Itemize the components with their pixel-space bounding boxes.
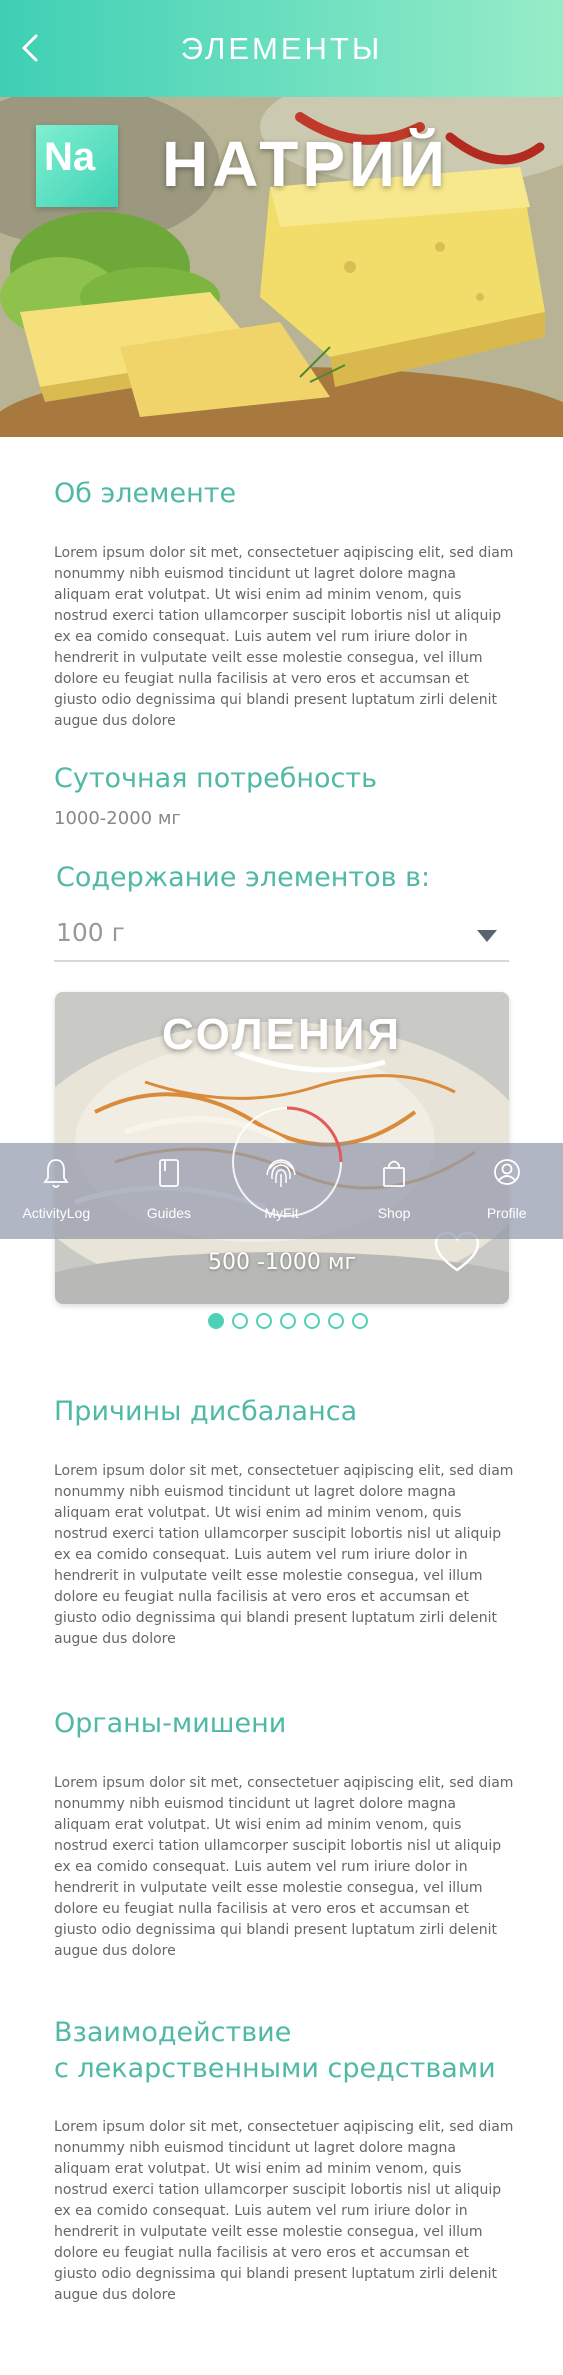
interaction-text: Lorem ipsum dolor sit met, consectetuer … (54, 2119, 514, 2303)
carousel-dot[interactable] (352, 1313, 368, 1329)
carousel-dot[interactable] (208, 1313, 224, 1329)
element-symbol-badge: Na (36, 125, 118, 207)
bell-icon (43, 1159, 70, 1188)
book-icon (158, 1159, 179, 1187)
tab-myfit-label: MyFit (264, 1205, 299, 1221)
tab-profile[interactable]: Profile (450, 1143, 563, 1239)
carousel-dot[interactable] (328, 1313, 344, 1329)
organs-text: Lorem ipsum dolor sit met, consectetuer … (54, 1775, 514, 1959)
portion-dropdown[interactable]: 100 г (54, 912, 509, 962)
tab-shop-label: Shop (377, 1205, 411, 1221)
app-header: ЭЛЕМЕНТЫ (0, 0, 563, 97)
user-icon (493, 1159, 520, 1185)
tab-guides[interactable]: Guides (113, 1143, 226, 1239)
hero-image: Na НАТРИЙ (0, 97, 563, 437)
food-card-title: СОЛЕНИЯ (161, 1010, 403, 1059)
about-title: Об элементе (54, 478, 237, 509)
tab-profile-label: Profile (486, 1205, 527, 1221)
dropdown-arrow-icon (477, 930, 497, 942)
chevron-left-icon (22, 34, 38, 62)
carousel-dot[interactable] (232, 1313, 248, 1329)
tab-guides-label: Guides (146, 1205, 192, 1221)
tab-activitylog[interactable]: ActivityLog (0, 1143, 113, 1239)
imbalance-text: Lorem ipsum dolor sit met, consectetuer … (54, 1463, 514, 1647)
carousel-dot[interactable] (280, 1313, 296, 1329)
back-button[interactable] (14, 28, 48, 68)
interaction-title-line1: Взаимодействие (54, 2017, 292, 2048)
tab-myfit[interactable]: MyFit (225, 1143, 338, 1239)
fingerprint-icon (266, 1159, 297, 1187)
carousel-dots (208, 1313, 368, 1329)
content-title: Содержание элементов в: (56, 862, 431, 893)
daily-need-value: 1000-2000 мг (54, 808, 181, 829)
imbalance-title: Причины дисбаланса (54, 1396, 358, 1427)
tab-activitylog-label: ActivityLog (22, 1205, 91, 1221)
daily-need-title: Суточная потребность (54, 763, 378, 794)
carousel-dot[interactable] (304, 1313, 320, 1329)
portion-dropdown-value: 100 г (56, 918, 125, 947)
page-title: ЭЛЕМЕНТЫ (180, 30, 383, 66)
interaction-title-line2: с лекарственными средствами (54, 2053, 496, 2084)
tab-shop[interactable]: Shop (338, 1143, 451, 1239)
about-text: Lorem ipsum dolor sit met, consectetuer … (54, 545, 514, 729)
element-name: НАТРИЙ (162, 128, 450, 200)
organs-title: Органы-мишени (54, 1708, 287, 1739)
bottom-tab-bar: ActivityLog Guides MyFit Shop Profile (0, 1143, 563, 1239)
shopping-bag-icon (383, 1160, 405, 1187)
carousel-dot[interactable] (256, 1313, 272, 1329)
